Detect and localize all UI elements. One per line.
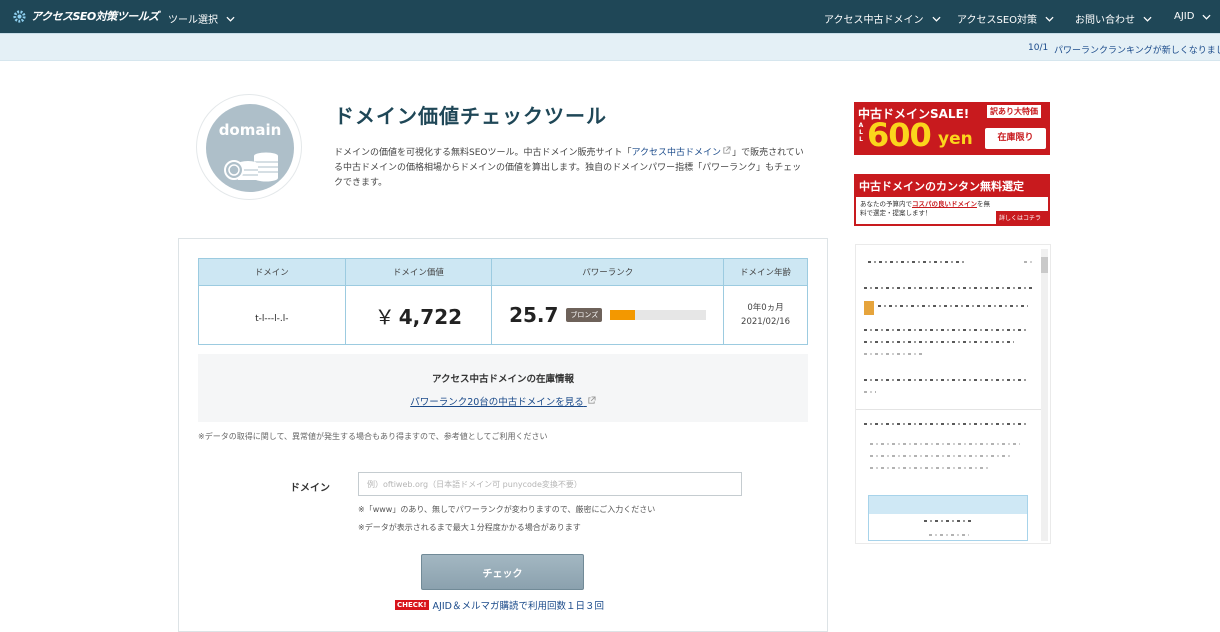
- domain-value-number: 4,722: [398, 304, 463, 329]
- stock-link-label: パワーランク20台の中古ドメインを見る: [410, 397, 584, 408]
- chevron-down-icon: [226, 16, 235, 22]
- gear-icon: [13, 9, 26, 23]
- coins-icon: [224, 152, 278, 182]
- cell-domain: t-l---l-.l-: [198, 285, 346, 345]
- nav-tool-select-label: ツール選択: [168, 15, 218, 26]
- external-link-icon: [588, 396, 596, 404]
- header-power-rank: パワーランク: [491, 258, 725, 286]
- sale-banner[interactable]: 中古ドメインSALE! 訳あり大特価 A L L 600 yen 在庫限り: [854, 102, 1050, 155]
- header-age: ドメイン年齢: [723, 258, 808, 286]
- widget-line: [864, 379, 1029, 381]
- tool-description: ドメインの価値を可視化する無料SEOツール。中古ドメイン販売サイト「アクセス中古…: [334, 146, 806, 191]
- domain-input[interactable]: [358, 472, 742, 496]
- widget-line: [864, 287, 1034, 289]
- ticker-date: 10/1: [1028, 43, 1049, 53]
- nav-seo[interactable]: アクセスSEO対策: [957, 11, 1054, 26]
- power-rank-value: 25.7: [509, 303, 559, 327]
- nav-contact-label: お問い合わせ: [1075, 15, 1135, 26]
- chevron-down-icon: [931, 16, 941, 22]
- page-title: ドメイン価値チェックツール: [334, 104, 607, 128]
- sale-stock: 在庫限り: [985, 128, 1046, 149]
- result-row: t-l---l-.l- ￥ 4,722 25.7 ブロンズ 0年0ヵ月 2021/0…: [198, 285, 808, 345]
- domain-label: ドメイン: [290, 483, 330, 494]
- domain-age: 0年0ヵ月: [747, 303, 784, 313]
- widget-line: [868, 261, 966, 263]
- logo-text: アクセスSEO対策ツールズ: [31, 10, 159, 23]
- nav-ajid-label: AJID: [1174, 11, 1195, 22]
- stock-link[interactable]: パワーランク20台の中古ドメインを見る: [198, 394, 808, 408]
- result-header-row: ドメイン ドメイン価値 パワーランク ドメイン年齢: [198, 258, 808, 286]
- power-rank-bar: [610, 310, 707, 320]
- nav-contact[interactable]: お問い合わせ: [1075, 11, 1152, 26]
- power-rank-bar-fill: [610, 310, 635, 320]
- check-tag: CHECK!: [395, 600, 429, 610]
- cell-power-rank: 25.7 ブロンズ: [491, 285, 725, 345]
- www-hint: ※「www」のあり、無しでパワーランクが変わりますので、厳密にご入力ください: [358, 505, 656, 514]
- embedded-timeline-widget[interactable]: [855, 244, 1051, 544]
- widget-line: [864, 353, 924, 355]
- widget-line: [864, 341, 1014, 343]
- selection-banner[interactable]: 中古ドメインのカンタン無料選定 あなたの予算内でコスパの良いドメインを無料で選定…: [854, 174, 1050, 226]
- widget-line: [929, 534, 969, 536]
- sale-price: 600: [867, 116, 932, 154]
- stock-heading: アクセス中古ドメインの在庫情報: [431, 374, 575, 385]
- top-navbar: アクセスSEO対策ツールズ ツール選択 アクセス中古ドメイン アクセスSEO対策…: [0, 0, 1220, 33]
- used-domain-link[interactable]: アクセス中古ドメイン: [632, 148, 722, 158]
- selection-sub-1: あなたの予算内で: [860, 200, 912, 208]
- widget-line: [878, 305, 1028, 307]
- external-link-icon: [723, 146, 731, 154]
- sale-unit: yen: [938, 129, 973, 149]
- chevron-down-icon: [1045, 16, 1054, 22]
- widget-card-bar: [869, 496, 1027, 514]
- selection-sub-em: コスパの良いドメイン: [912, 200, 977, 208]
- header-domain: ドメイン: [198, 258, 346, 286]
- widget-divider: [856, 409, 1042, 410]
- selection-title: 中古ドメインのカンタン無料選定: [856, 176, 1048, 197]
- widget-line: [864, 423, 1029, 425]
- rank-badge: ブロンズ: [566, 308, 603, 322]
- cell-age: 0年0ヵ月 2021/02/16: [723, 285, 808, 345]
- sale-tag: 訳あり大特価: [987, 105, 1041, 118]
- widget-line: [1024, 261, 1032, 263]
- widget-line: [870, 455, 1010, 457]
- domain-value: ￥ 4,722: [375, 305, 462, 329]
- widget-line: [864, 329, 1029, 331]
- header-value: ドメイン価値: [344, 258, 493, 286]
- widget-scroll-thumb[interactable]: [1041, 257, 1048, 273]
- result-domain: t-l---l-.l-: [255, 313, 289, 324]
- widget-scrollbar[interactable]: [1041, 249, 1048, 541]
- widget-thumbnail: [864, 301, 874, 315]
- check-note[interactable]: CHECK! AJID＆メルマガ購読で利用回数１日３回: [395, 598, 604, 612]
- sale-all: A L L: [858, 122, 864, 143]
- ticker-message[interactable]: パワーランクランキングが新しくなりました: [1054, 43, 1220, 56]
- widget-line: [864, 391, 876, 393]
- news-ticker: 10/1 パワーランクランキングが新しくなりました: [0, 33, 1220, 61]
- widget-line: [924, 520, 974, 522]
- check-note-text: AJID＆メルマガ購読で利用回数１日３回: [432, 601, 604, 612]
- domain-registered-date: 2021/02/16: [741, 317, 791, 327]
- domain-icon: domain: [206, 104, 294, 192]
- selection-subtitle: あなたの予算内でコスパの良いドメインを無料で選定・提案します！: [860, 200, 990, 218]
- widget-line: [870, 443, 1020, 445]
- stock-info-box: アクセス中古ドメインの在庫情報 パワーランク20台の中古ドメインを見る: [198, 354, 808, 422]
- tool-icon: domain: [196, 94, 302, 200]
- result-table: ドメイン ドメイン価値 パワーランク ドメイン年齢 t-l---l-.l- ￥ 4…: [198, 258, 808, 345]
- site-logo[interactable]: アクセスSEO対策ツールズ: [12, 8, 159, 24]
- yen-symbol: ￥: [374, 304, 395, 329]
- widget-card: [868, 495, 1028, 541]
- cell-value: ￥ 4,722: [344, 285, 493, 345]
- nav-tool-select[interactable]: ツール選択: [168, 11, 235, 26]
- wait-hint: ※データが表示されるまで最大１分程度かかる場合があります: [358, 523, 581, 532]
- nav-ajid[interactable]: AJID: [1174, 11, 1211, 22]
- check-button[interactable]: チェック: [421, 554, 584, 590]
- nav-seo-label: アクセスSEO対策: [957, 15, 1038, 26]
- desc-text-1: ドメインの価値を可視化する無料SEOツール。中古ドメイン販売サイト「: [334, 148, 632, 158]
- nav-used-domains[interactable]: アクセス中古ドメイン: [824, 11, 941, 26]
- chevron-down-icon: [1143, 16, 1152, 22]
- data-note: ※データの取得に関して、異常値が発生する場合もあり得ますので、参考値としてご利用…: [198, 432, 548, 441]
- selection-more: 詳しくはコチラ ＞: [996, 211, 1048, 224]
- widget-line: [870, 467, 990, 469]
- chevron-down-icon: [1202, 14, 1211, 20]
- nav-used-domains-label: アクセス中古ドメイン: [824, 15, 924, 26]
